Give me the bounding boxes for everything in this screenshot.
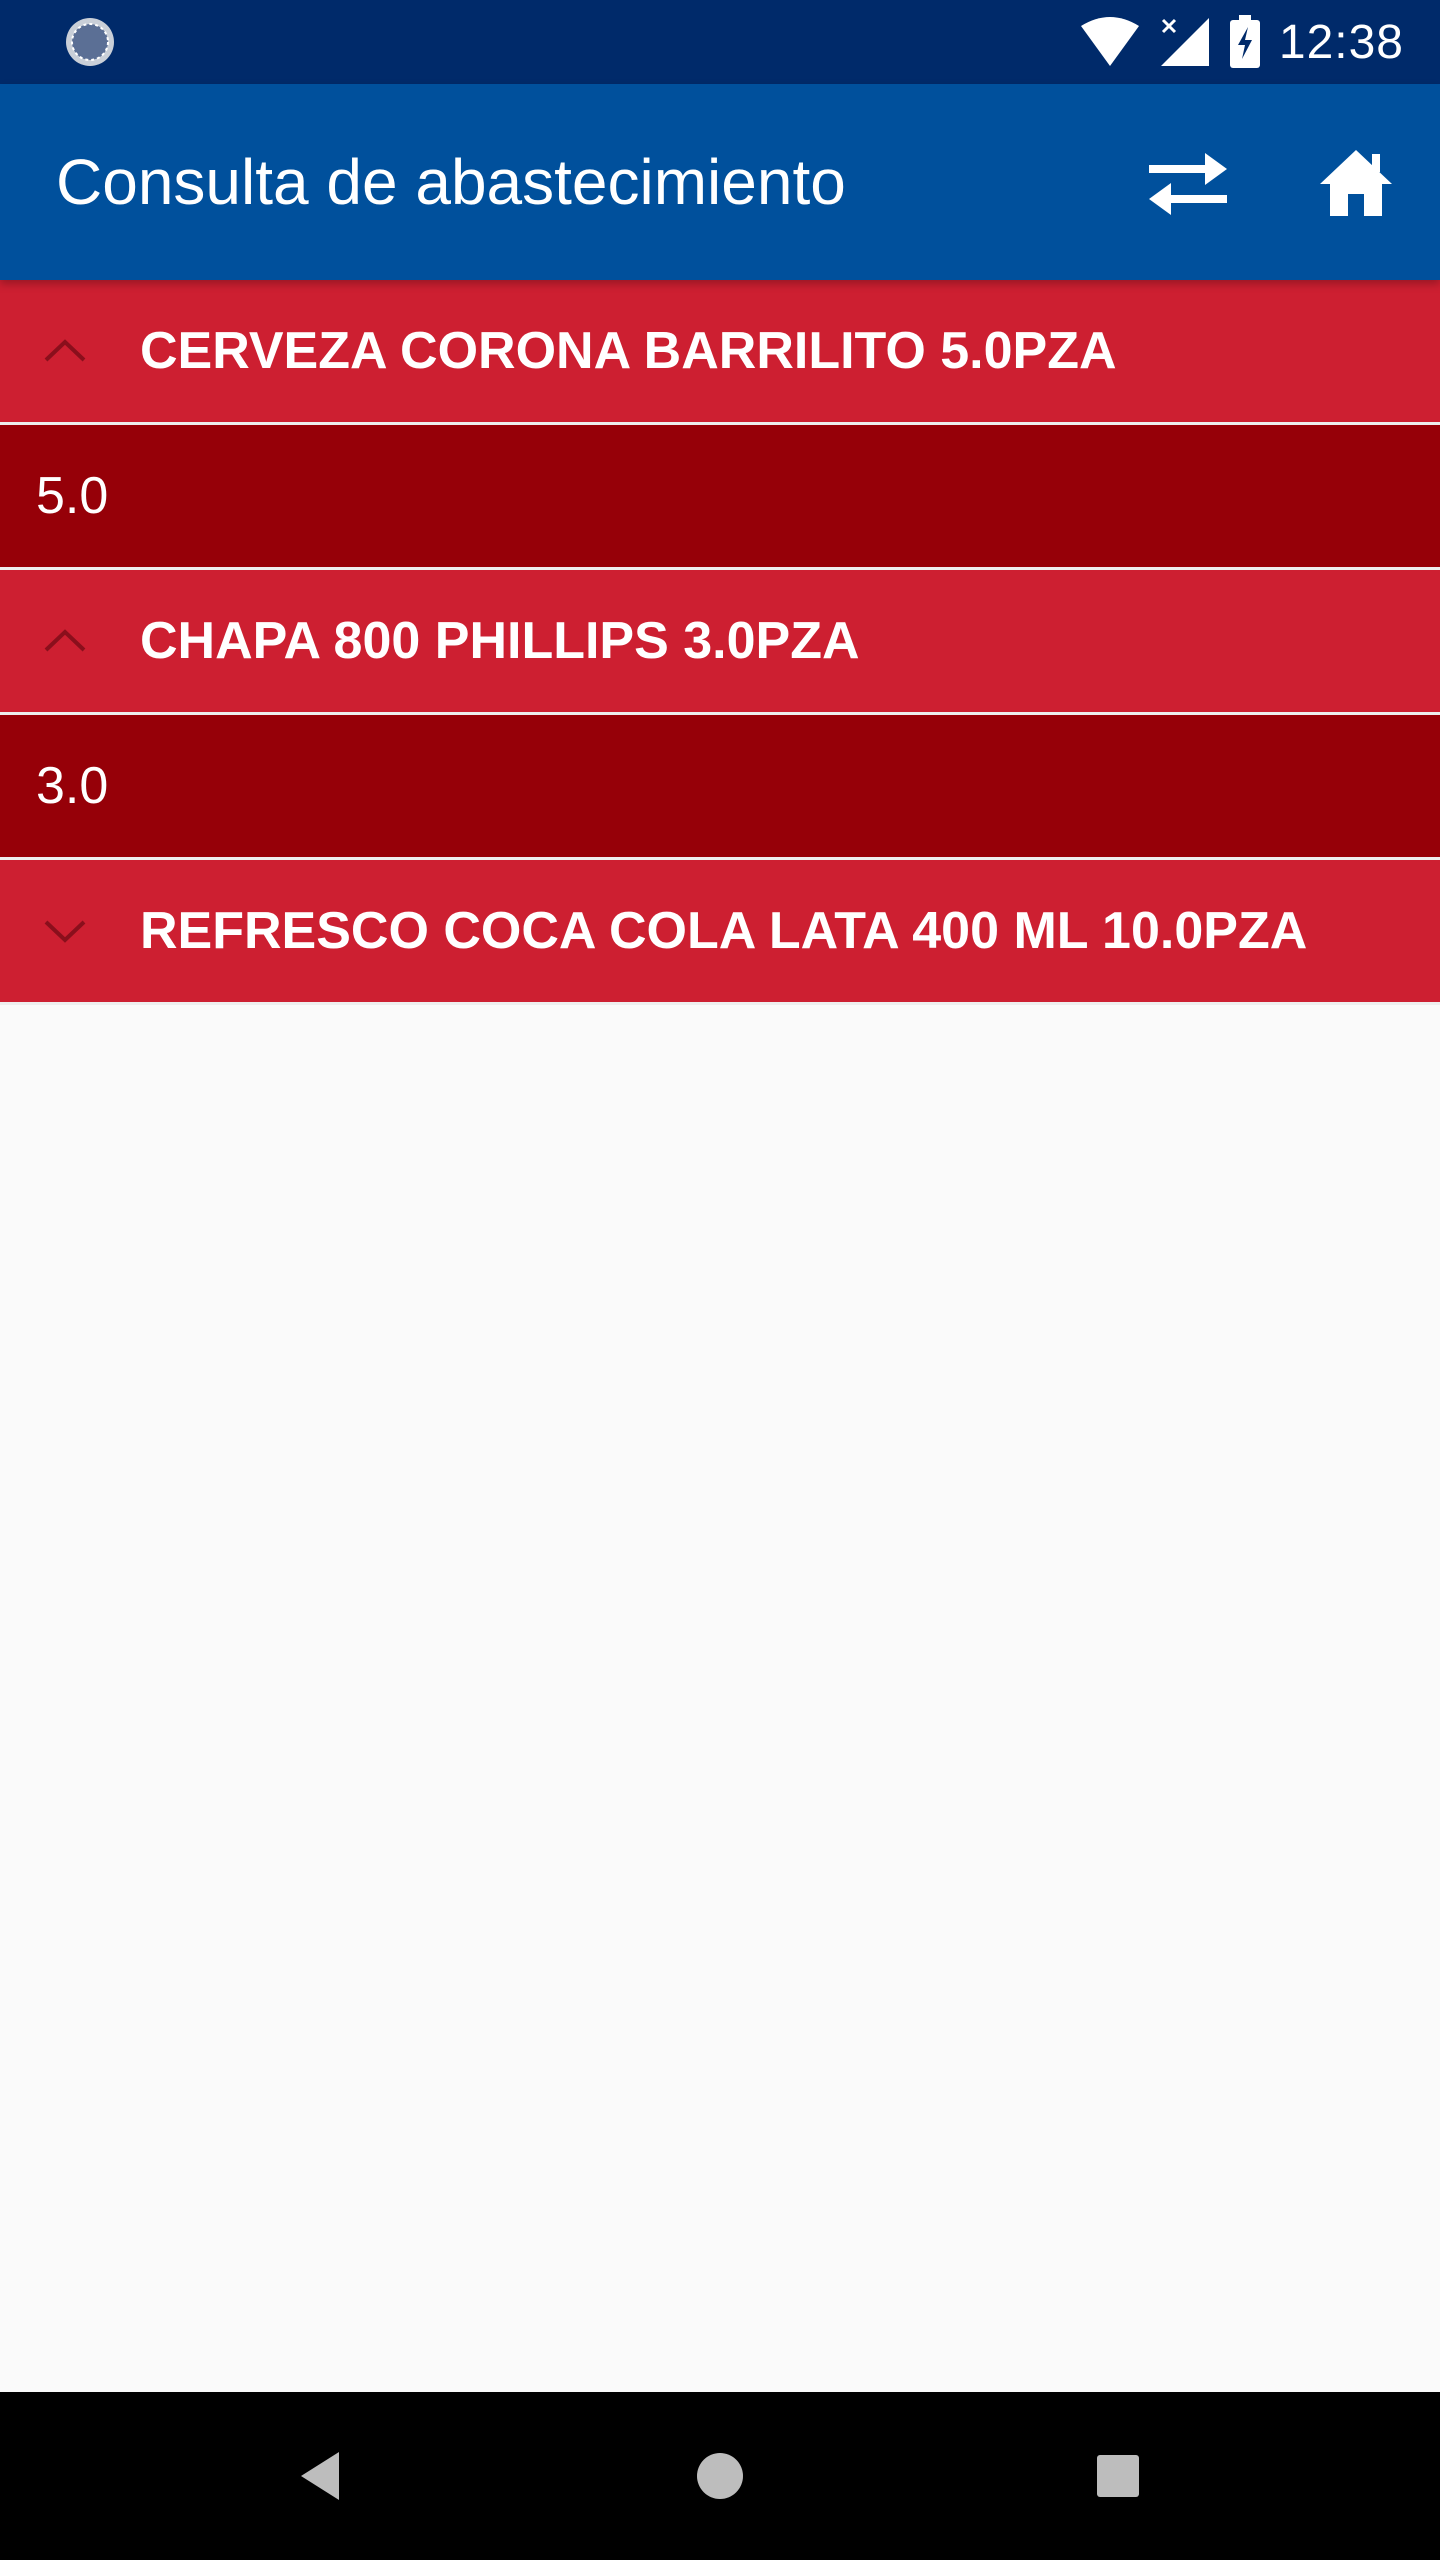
chevron-up-icon	[44, 629, 86, 652]
recents-button[interactable]	[1078, 2436, 1158, 2516]
status-icons: 12:38	[1079, 0, 1404, 84]
home-button[interactable]	[1306, 132, 1406, 232]
home-nav-button[interactable]	[680, 2436, 760, 2516]
group-header[interactable]: REFRESCO COCA COLA LATA 400 ML 10.0PZA	[0, 860, 1440, 1005]
child-value: 3.0	[36, 757, 109, 815]
app-bar: Consulta de abastecimiento	[0, 84, 1440, 280]
chevron-down-icon	[44, 920, 86, 943]
swap-icon	[1149, 153, 1227, 215]
group-title: CERVEZA CORONA BARRILITO 5.0PZA	[140, 322, 1117, 380]
group-header[interactable]: CHAPA 800 PHILLIPS 3.0PZA	[0, 570, 1440, 715]
back-icon	[301, 2452, 339, 2500]
swap-button[interactable]	[1138, 132, 1238, 232]
group-child-row[interactable]: 3.0	[0, 715, 1440, 860]
back-button[interactable]	[280, 2436, 360, 2516]
group-child-row[interactable]: 5.0	[0, 425, 1440, 570]
home-circle-icon	[697, 2453, 743, 2499]
battery-charging-icon	[1229, 15, 1260, 68]
navigation-bar	[0, 2392, 1440, 2560]
recents-icon	[1097, 2455, 1139, 2497]
page-title: Consulta de abastecimiento	[56, 146, 846, 218]
app-notification-icon	[66, 18, 114, 66]
group-title: CHAPA 800 PHILLIPS 3.0PZA	[140, 612, 860, 670]
signal-icon	[1160, 18, 1209, 66]
child-value: 5.0	[36, 467, 109, 525]
chevron-up-icon	[44, 339, 86, 362]
group-title: REFRESCO COCA COLA LATA 400 ML 10.0PZA	[140, 902, 1308, 960]
status-bar: 12:38	[0, 0, 1440, 84]
home-icon	[1320, 150, 1392, 216]
supply-list: CERVEZA CORONA BARRILITO 5.0PZA 5.0 CHAP…	[0, 280, 1440, 1005]
wifi-icon	[1080, 17, 1139, 66]
status-time: 12:38	[1278, 15, 1404, 69]
group-header[interactable]: CERVEZA CORONA BARRILITO 5.0PZA	[0, 280, 1440, 425]
